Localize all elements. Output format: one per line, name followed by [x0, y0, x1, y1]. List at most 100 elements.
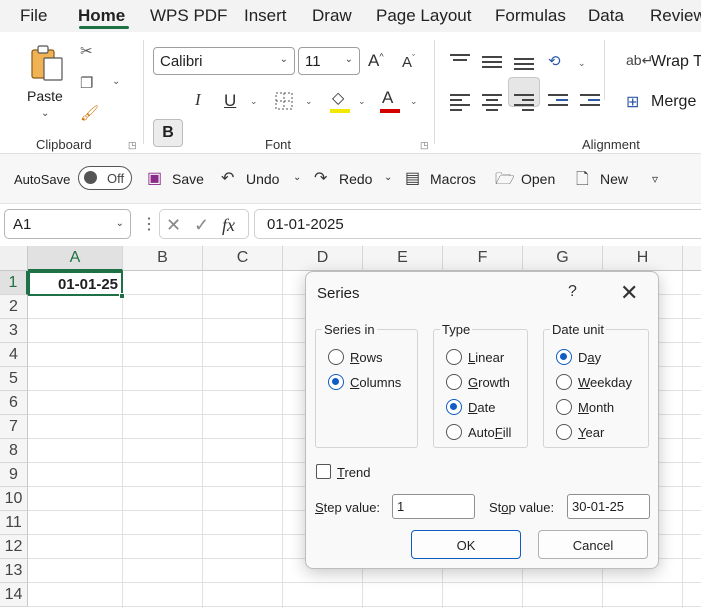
row-header[interactable]: 8	[0, 439, 28, 463]
column-header-f[interactable]: F	[443, 246, 523, 271]
save-icon[interactable]: ▣	[147, 168, 162, 188]
cancel-icon[interactable]: ✕	[166, 215, 181, 236]
column-header-d[interactable]: D	[283, 246, 363, 271]
redo-icon[interactable]: ↷	[314, 168, 327, 188]
align-center-icon[interactable]	[482, 94, 502, 111]
cancel-button[interactable]: Cancel	[538, 530, 648, 559]
font-color-icon[interactable]: A	[382, 88, 393, 108]
wrap-text-icon[interactable]: ab↵	[626, 52, 653, 69]
row-header[interactable]: 3	[0, 319, 28, 343]
borders-dropdown-icon[interactable]: ⌄	[305, 96, 313, 107]
menu-data[interactable]: Data	[588, 6, 624, 26]
radio-button[interactable]	[446, 424, 462, 440]
radio-weekday[interactable]: Weekday	[556, 374, 632, 390]
new-file-icon[interactable]: 🗋	[576, 168, 589, 195]
italic-button[interactable]: I	[195, 90, 201, 110]
radio-button[interactable]	[446, 349, 462, 365]
row-header[interactable]: 1	[0, 271, 28, 295]
menu-file[interactable]: File	[20, 6, 47, 26]
font-name-select[interactable]: Calibri ⌄	[153, 47, 295, 75]
trend-checkbox[interactable]	[316, 464, 331, 479]
wrap-text-button[interactable]: Wrap Te	[651, 53, 701, 71]
stop-value-input[interactable]: 30-01-25	[567, 494, 650, 519]
column-header-i[interactable]	[683, 246, 701, 271]
clipboard-launcher-icon[interactable]: ◳	[128, 140, 137, 151]
borders-icon[interactable]	[275, 92, 293, 110]
active-cell-a1[interactable]: 01-01-25	[28, 271, 123, 296]
row-header[interactable]: 14	[0, 583, 28, 607]
paste-dropdown-icon[interactable]: ⌄	[41, 108, 49, 119]
more-options-icon[interactable]: ⋮	[141, 214, 157, 234]
menu-formulas[interactable]: Formulas	[495, 6, 566, 26]
radio-button-selected[interactable]	[446, 399, 462, 415]
radio-button[interactable]	[556, 424, 572, 440]
radio-button-selected[interactable]	[556, 349, 572, 365]
menu-draw[interactable]: Draw	[312, 6, 352, 26]
underline-button[interactable]: U	[224, 91, 236, 111]
radio-button[interactable]	[556, 399, 572, 415]
ok-button[interactable]: OK	[411, 530, 521, 559]
radio-year[interactable]: Year	[556, 424, 604, 440]
merge-icon[interactable]: ⊞	[626, 92, 639, 112]
column-header-e[interactable]: E	[363, 246, 443, 271]
name-box[interactable]: A1 ⌄	[4, 209, 131, 239]
font-color-dropdown-icon[interactable]: ⌄	[410, 96, 418, 107]
row-header[interactable]: 13	[0, 559, 28, 583]
radio-growth[interactable]: Growth	[446, 374, 510, 390]
radio-columns[interactable]: Columns	[328, 374, 401, 390]
align-top-icon[interactable]	[450, 54, 470, 68]
orientation-icon[interactable]: ⟲	[548, 52, 561, 70]
column-header-a[interactable]: A	[28, 246, 123, 271]
menu-insert[interactable]: Insert	[244, 6, 287, 26]
menu-home[interactable]: Home	[78, 6, 125, 26]
fill-color-dropdown-icon[interactable]: ⌄	[358, 96, 366, 107]
insert-function-icon[interactable]: fx	[222, 215, 235, 236]
radio-month[interactable]: Month	[556, 399, 614, 415]
help-icon[interactable]: ?	[568, 283, 577, 301]
bold-button[interactable]: B	[153, 119, 183, 147]
radio-button[interactable]	[328, 349, 344, 365]
redo-dropdown-icon[interactable]: ⌄	[384, 172, 392, 183]
menu-page-layout[interactable]: Page Layout	[376, 6, 471, 26]
fill-color-icon[interactable]: ◇	[332, 88, 344, 108]
radio-day[interactable]: Day	[556, 349, 601, 365]
trend-label[interactable]: Trend	[337, 465, 371, 480]
radio-rows[interactable]: Rows	[328, 349, 383, 365]
underline-dropdown-icon[interactable]: ⌄	[250, 96, 258, 107]
format-painter-icon[interactable]: 🖌	[80, 104, 99, 122]
menu-wps-pdf[interactable]: WPS PDF	[150, 6, 227, 26]
decrease-indent-icon[interactable]	[548, 94, 568, 108]
increase-indent-icon[interactable]	[580, 94, 600, 108]
column-header-b[interactable]: B	[123, 246, 203, 271]
paste-button[interactable]: Paste	[27, 88, 63, 104]
redo-button[interactable]: Redo	[339, 171, 372, 187]
autosave-toggle[interactable]: Off	[78, 166, 132, 190]
column-header-c[interactable]: C	[203, 246, 283, 271]
row-header[interactable]: 5	[0, 367, 28, 391]
grow-font-icon[interactable]: A^	[368, 51, 384, 71]
radio-button-selected[interactable]	[328, 374, 344, 390]
formula-input[interactable]: 01-01-2025	[254, 209, 701, 239]
align-middle-icon[interactable]	[482, 56, 502, 70]
step-value-input[interactable]: 1	[392, 494, 475, 519]
undo-button[interactable]: Undo	[246, 171, 279, 187]
row-header[interactable]: 2	[0, 295, 28, 319]
radio-linear[interactable]: Linear	[446, 349, 504, 365]
orientation-dropdown-icon[interactable]: ⌄	[578, 58, 586, 69]
undo-dropdown-icon[interactable]: ⌄	[293, 172, 301, 183]
radio-date[interactable]: Date	[446, 399, 495, 415]
align-right-icon[interactable]	[514, 94, 534, 111]
enter-icon[interactable]: ✓	[194, 215, 209, 236]
radio-button[interactable]	[556, 374, 572, 390]
row-header[interactable]: 11	[0, 511, 28, 535]
close-icon[interactable]: ✕	[620, 280, 638, 306]
copy-dropdown-icon[interactable]: ⌄	[112, 76, 120, 87]
font-size-select[interactable]: 11 ⌄	[298, 47, 360, 75]
copy-icon[interactable]: ❐	[80, 74, 93, 92]
open-button[interactable]: Open	[521, 171, 555, 187]
row-header[interactable]: 12	[0, 535, 28, 559]
select-all-corner[interactable]	[0, 246, 28, 271]
shrink-font-icon[interactable]: Aˇ	[402, 53, 415, 71]
paste-icon[interactable]	[30, 44, 64, 82]
merge-button[interactable]: Merge &	[651, 93, 701, 111]
